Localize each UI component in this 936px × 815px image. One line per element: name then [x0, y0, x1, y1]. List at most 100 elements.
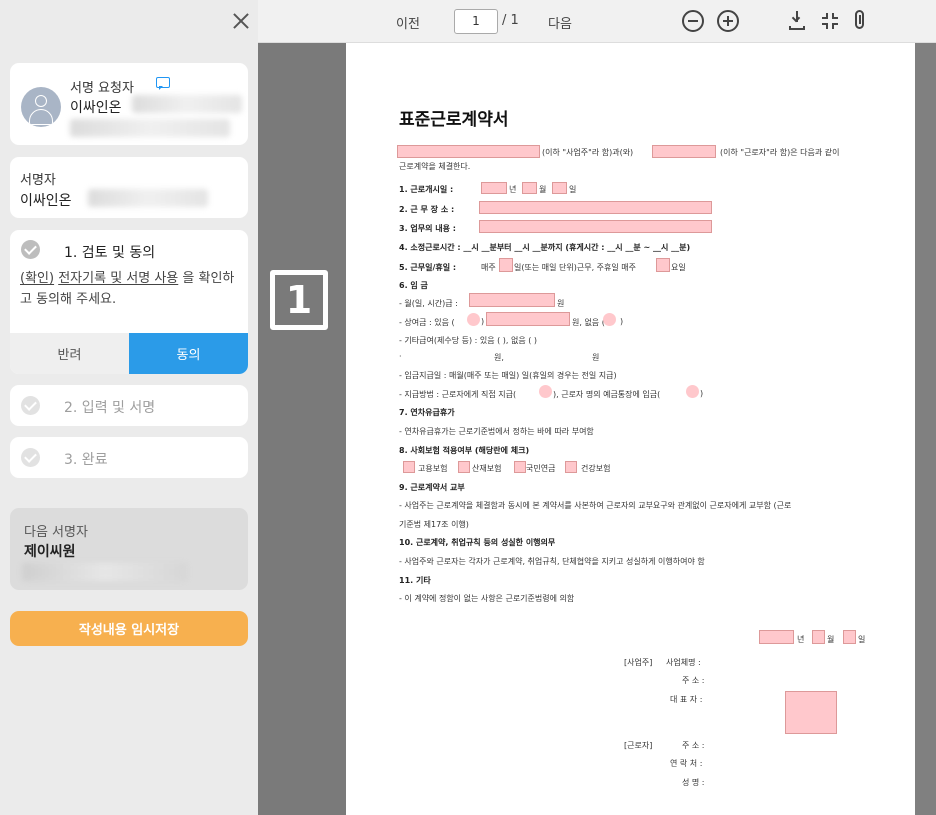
next-signer-name: 제이씨원 — [24, 544, 76, 560]
zoom-in-icon[interactable] — [717, 10, 739, 32]
employer-signature-field[interactable] — [785, 691, 837, 734]
doc-text: 일(또는 매일 단위)근무, 주휴일 매주 — [514, 263, 636, 272]
doc-text: (이하 "사업주"라 함)과(와) — [542, 148, 634, 157]
doc-text: ) — [620, 317, 624, 326]
doc-text: 11. 기타 — [399, 576, 431, 585]
avatar — [21, 87, 61, 127]
doc-text: 월 — [827, 635, 835, 644]
doc-text: 주 소 : — [682, 676, 705, 685]
worker-name-field[interactable] — [652, 145, 716, 158]
doc-text: 성 명 : — [682, 778, 705, 787]
e-record-signature-link[interactable]: 전자기록 및 서명 사용 — [58, 271, 178, 286]
contract-year-field[interactable] — [759, 630, 794, 644]
redacted-signer-email — [88, 189, 208, 207]
bank-deposit-check[interactable] — [686, 385, 699, 398]
viewer-toolbar: 이전 1 / 1 다음 — [258, 0, 936, 43]
page-thumbnail[interactable]: 1 — [270, 270, 328, 330]
doc-text: 주 소 : — [682, 741, 705, 750]
next-page-button[interactable]: 다음 — [548, 13, 572, 32]
zoom-out-icon[interactable] — [682, 10, 704, 32]
step-title: 2. 입력 및 서명 — [64, 400, 156, 416]
doc-text: - 사업주와 근로자는 각자가 근로계약, 취업규칙, 단체협약을 지키고 성실… — [399, 557, 705, 566]
message-icon[interactable] — [156, 77, 170, 90]
doc-text: ) — [481, 317, 485, 326]
doc-text: 매주 — [481, 263, 496, 272]
national-pension-check[interactable] — [514, 461, 526, 473]
health-insurance-check[interactable] — [565, 461, 577, 473]
check-circle-icon — [21, 240, 40, 259]
employer-name-field[interactable] — [397, 145, 540, 158]
step-complete[interactable]: 3. 완료 — [10, 437, 248, 478]
doc-text: 사업체명 : — [666, 658, 701, 667]
doc-text: 년 — [509, 185, 517, 194]
download-icon[interactable] — [788, 11, 806, 31]
prev-page-button[interactable]: 이전 — [396, 13, 420, 32]
doc-text: 대 표 자 : — [670, 695, 703, 704]
workplace-field[interactable] — [479, 201, 712, 214]
page-number-input[interactable]: 1 — [454, 9, 498, 34]
weekly-holiday-field[interactable] — [656, 258, 670, 272]
save-draft-button[interactable]: 작성내용 임시저장 — [10, 611, 248, 646]
doc-text: 건강보험 — [581, 464, 611, 473]
industrial-insurance-check[interactable] — [458, 461, 470, 473]
doc-text: 4. 소정근로시간 : __시 __분부터 __시 __분까지 (휴게시간 : … — [399, 243, 691, 252]
employment-insurance-check[interactable] — [403, 461, 415, 473]
signer-card: 서명자 이싸인온 — [10, 157, 248, 218]
contract-month-field[interactable] — [812, 630, 825, 644]
step-input-sign[interactable]: 2. 입력 및 서명 — [10, 385, 248, 426]
check-circle-icon — [21, 396, 40, 415]
redacted-info — [70, 119, 230, 137]
doc-text: 2. 근 무 장 소 : — [399, 205, 455, 214]
doc-text: 8. 사회보험 적용여부 (해당란에 체크) — [399, 446, 530, 455]
agree-button[interactable]: 동의 — [129, 333, 248, 374]
doc-text: 국민연금 — [526, 464, 556, 473]
start-month-field[interactable] — [522, 182, 537, 194]
doc-text: 고용보험 — [418, 464, 448, 473]
doc-text: · — [399, 352, 402, 361]
bonus-yes-check[interactable] — [467, 313, 480, 326]
contract-day-field[interactable] — [843, 630, 856, 644]
doc-text: - 월(일, 시간)급 : — [399, 299, 458, 308]
bonus-amount-field[interactable] — [486, 312, 570, 326]
doc-text: 10. 근로계약, 취업규칙 등의 성실한 이행의무 — [399, 538, 556, 547]
doc-text: 근로계약을 체결한다. — [399, 162, 471, 171]
scrollbar[interactable] — [915, 43, 936, 815]
doc-text: 원 — [557, 299, 565, 308]
step-title: 3. 완료 — [64, 452, 108, 468]
signer-name: 이싸인온 — [20, 193, 72, 209]
doc-text: 년 — [797, 635, 805, 644]
reject-button[interactable]: 반려 — [10, 333, 129, 374]
doc-text: 원 — [592, 353, 600, 362]
doc-text: 1. 근로개시일 : — [399, 185, 454, 194]
step-review-agree: 1. 검토 및 동의 (확인) 전자기록 및 서명 사용 을 확인하고 동의해 … — [10, 230, 248, 374]
direct-pay-check[interactable] — [539, 385, 552, 398]
fit-screen-icon[interactable] — [820, 11, 840, 31]
job-description-field[interactable] — [479, 220, 712, 233]
confirm-link[interactable]: (확인) — [20, 271, 54, 286]
doc-text: 6. 임 금 — [399, 281, 428, 290]
doc-text: - 상여금 : 있음 ( — [399, 318, 455, 327]
start-day-field[interactable] — [552, 182, 567, 194]
doc-text: 산재보험 — [472, 464, 502, 473]
doc-text: 3. 업무의 내용 : — [399, 224, 456, 233]
requester-card: 서명 요청자 이싸인온 — [10, 63, 248, 145]
start-year-field[interactable] — [481, 182, 507, 194]
doc-text: 일 — [858, 635, 866, 644]
page-total: / 1 — [502, 13, 519, 28]
doc-text: 일 — [569, 185, 577, 194]
wage-field[interactable] — [469, 293, 555, 307]
doc-text: - 사업주는 근로계약을 체결함과 동시에 본 계약서를 사본하여 근로자의 교… — [399, 501, 792, 510]
doc-text: - 이 계약에 정함이 없는 사항은 근로기준법령에 의함 — [399, 594, 575, 603]
close-icon[interactable] — [230, 10, 252, 32]
redacted-next-email — [22, 563, 187, 581]
doc-text: ), 근로자 명의 예금통장에 입금( — [553, 390, 661, 399]
signer-label: 서명자 — [20, 173, 56, 188]
requester-label: 서명 요청자 — [70, 81, 134, 96]
bonus-no-check[interactable] — [603, 313, 616, 326]
doc-text: - 연차유급휴가는 근로기준법에서 정하는 바에 따라 부여함 — [399, 427, 594, 436]
doc-text: - 임금지급일 : 매월(매주 또는 매일) 일(휴일의 경우는 전일 지급) — [399, 371, 617, 380]
step-title: 1. 검토 및 동의 — [64, 245, 156, 261]
attachment-icon[interactable] — [855, 10, 864, 29]
workdays-field[interactable] — [499, 258, 513, 272]
doc-text: [사업주] — [624, 658, 653, 667]
